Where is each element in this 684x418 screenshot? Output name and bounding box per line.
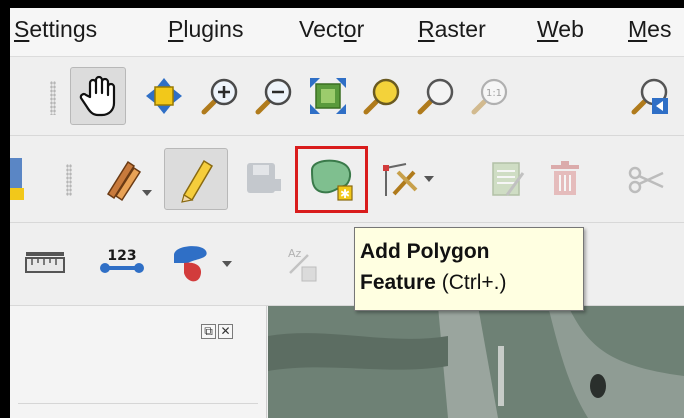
panel-float-button[interactable]: ⧉ [201, 324, 216, 339]
zoom-out-icon [255, 78, 292, 115]
menu-settings[interactable]: Settings [14, 16, 97, 43]
menu-mesh[interactable]: Mes [628, 16, 671, 43]
delete-selected-button[interactable] [540, 152, 590, 206]
zoom-last-button[interactable] [626, 71, 674, 121]
zoom-full-icon [310, 78, 346, 114]
cut-features-icon [628, 166, 664, 194]
label-toolbar-label: Az [288, 247, 302, 260]
zoom-full-button[interactable] [304, 71, 352, 121]
zoom-to-layer-button[interactable] [412, 71, 460, 121]
pan-map-button[interactable] [70, 67, 126, 125]
zoom-native-button[interactable]: 1:1 [466, 71, 514, 121]
label-toolbar-icon: Az [288, 247, 317, 282]
label-toolbar-button[interactable]: Az [274, 239, 324, 289]
chevron-down-icon [142, 190, 152, 196]
chevron-down-icon [222, 261, 232, 267]
current-edits-button[interactable] [100, 150, 154, 208]
cut-features-button[interactable] [620, 152, 674, 206]
tooltip: Add Polygon Feature (Ctrl+.) [354, 227, 584, 311]
identify-features-icon: 123 [100, 248, 144, 273]
zoom-native-icon: 1:1 [471, 78, 508, 115]
map-imagery [268, 306, 684, 418]
pan-to-selection-button[interactable] [140, 71, 188, 121]
map-navigation-toolbar: 1:1 [10, 57, 684, 136]
zoom-last-icon [631, 78, 668, 115]
chevron-down-icon [424, 176, 434, 182]
identify-features-button[interactable]: 123 [94, 239, 150, 289]
toolbar-grip[interactable] [66, 164, 72, 196]
toolbar-grip[interactable] [50, 81, 56, 115]
tooltip-shortcut: (Ctrl+.) [441, 271, 507, 294]
modify-attributes-icon [492, 162, 525, 196]
identify-features-label: 123 [107, 248, 136, 264]
toggle-editing-button[interactable] [164, 148, 228, 210]
zoom-to-layer-icon [417, 78, 454, 115]
menubar: Settings Plugins Vector Raster Web Mes [10, 8, 684, 57]
highlight-box [295, 146, 368, 213]
style-manager-button[interactable] [164, 237, 232, 291]
panel-divider [18, 403, 258, 404]
zoom-out-button[interactable] [250, 71, 298, 121]
layer-button[interactable] [10, 152, 26, 206]
pan-map-icon [79, 75, 116, 117]
measure-line-button[interactable] [20, 239, 70, 289]
zoom-native-label: 1:1 [486, 88, 502, 99]
measure-line-icon [25, 252, 65, 273]
style-manager-icon [174, 246, 207, 282]
layer-icon [10, 158, 24, 200]
qgis-window: Settings Plugins Vector Raster Web Mes 1… [10, 8, 684, 418]
vertex-tool-icon [383, 163, 418, 196]
save-edits-icon [247, 163, 281, 193]
delete-selected-icon [551, 161, 579, 195]
zoom-to-selection-button[interactable] [358, 71, 406, 121]
pan-to-selection-icon [146, 78, 182, 114]
tooltip-title-line1: Add Polygon [360, 240, 490, 263]
menu-raster[interactable]: Raster [418, 16, 486, 43]
toggle-editing-icon [181, 159, 214, 203]
menu-plugins[interactable]: Plugins [168, 16, 243, 43]
save-edits-button[interactable] [238, 152, 288, 206]
tooltip-title-line2: Feature [360, 271, 436, 294]
menu-web[interactable]: Web [537, 16, 584, 43]
panel-close-button[interactable]: ✕ [218, 324, 233, 339]
zoom-in-icon [201, 78, 238, 115]
vertex-tool-button[interactable] [376, 150, 434, 208]
menu-vector[interactable]: Vector [299, 16, 364, 43]
map-canvas[interactable] [268, 306, 684, 418]
layers-panel: ⧉ ✕ [10, 306, 267, 418]
zoom-in-button[interactable] [196, 71, 244, 121]
screenshot-frame: Settings Plugins Vector Raster Web Mes 1… [0, 0, 684, 418]
modify-attributes-button[interactable] [482, 152, 532, 206]
zoom-to-selection-icon [363, 78, 400, 115]
